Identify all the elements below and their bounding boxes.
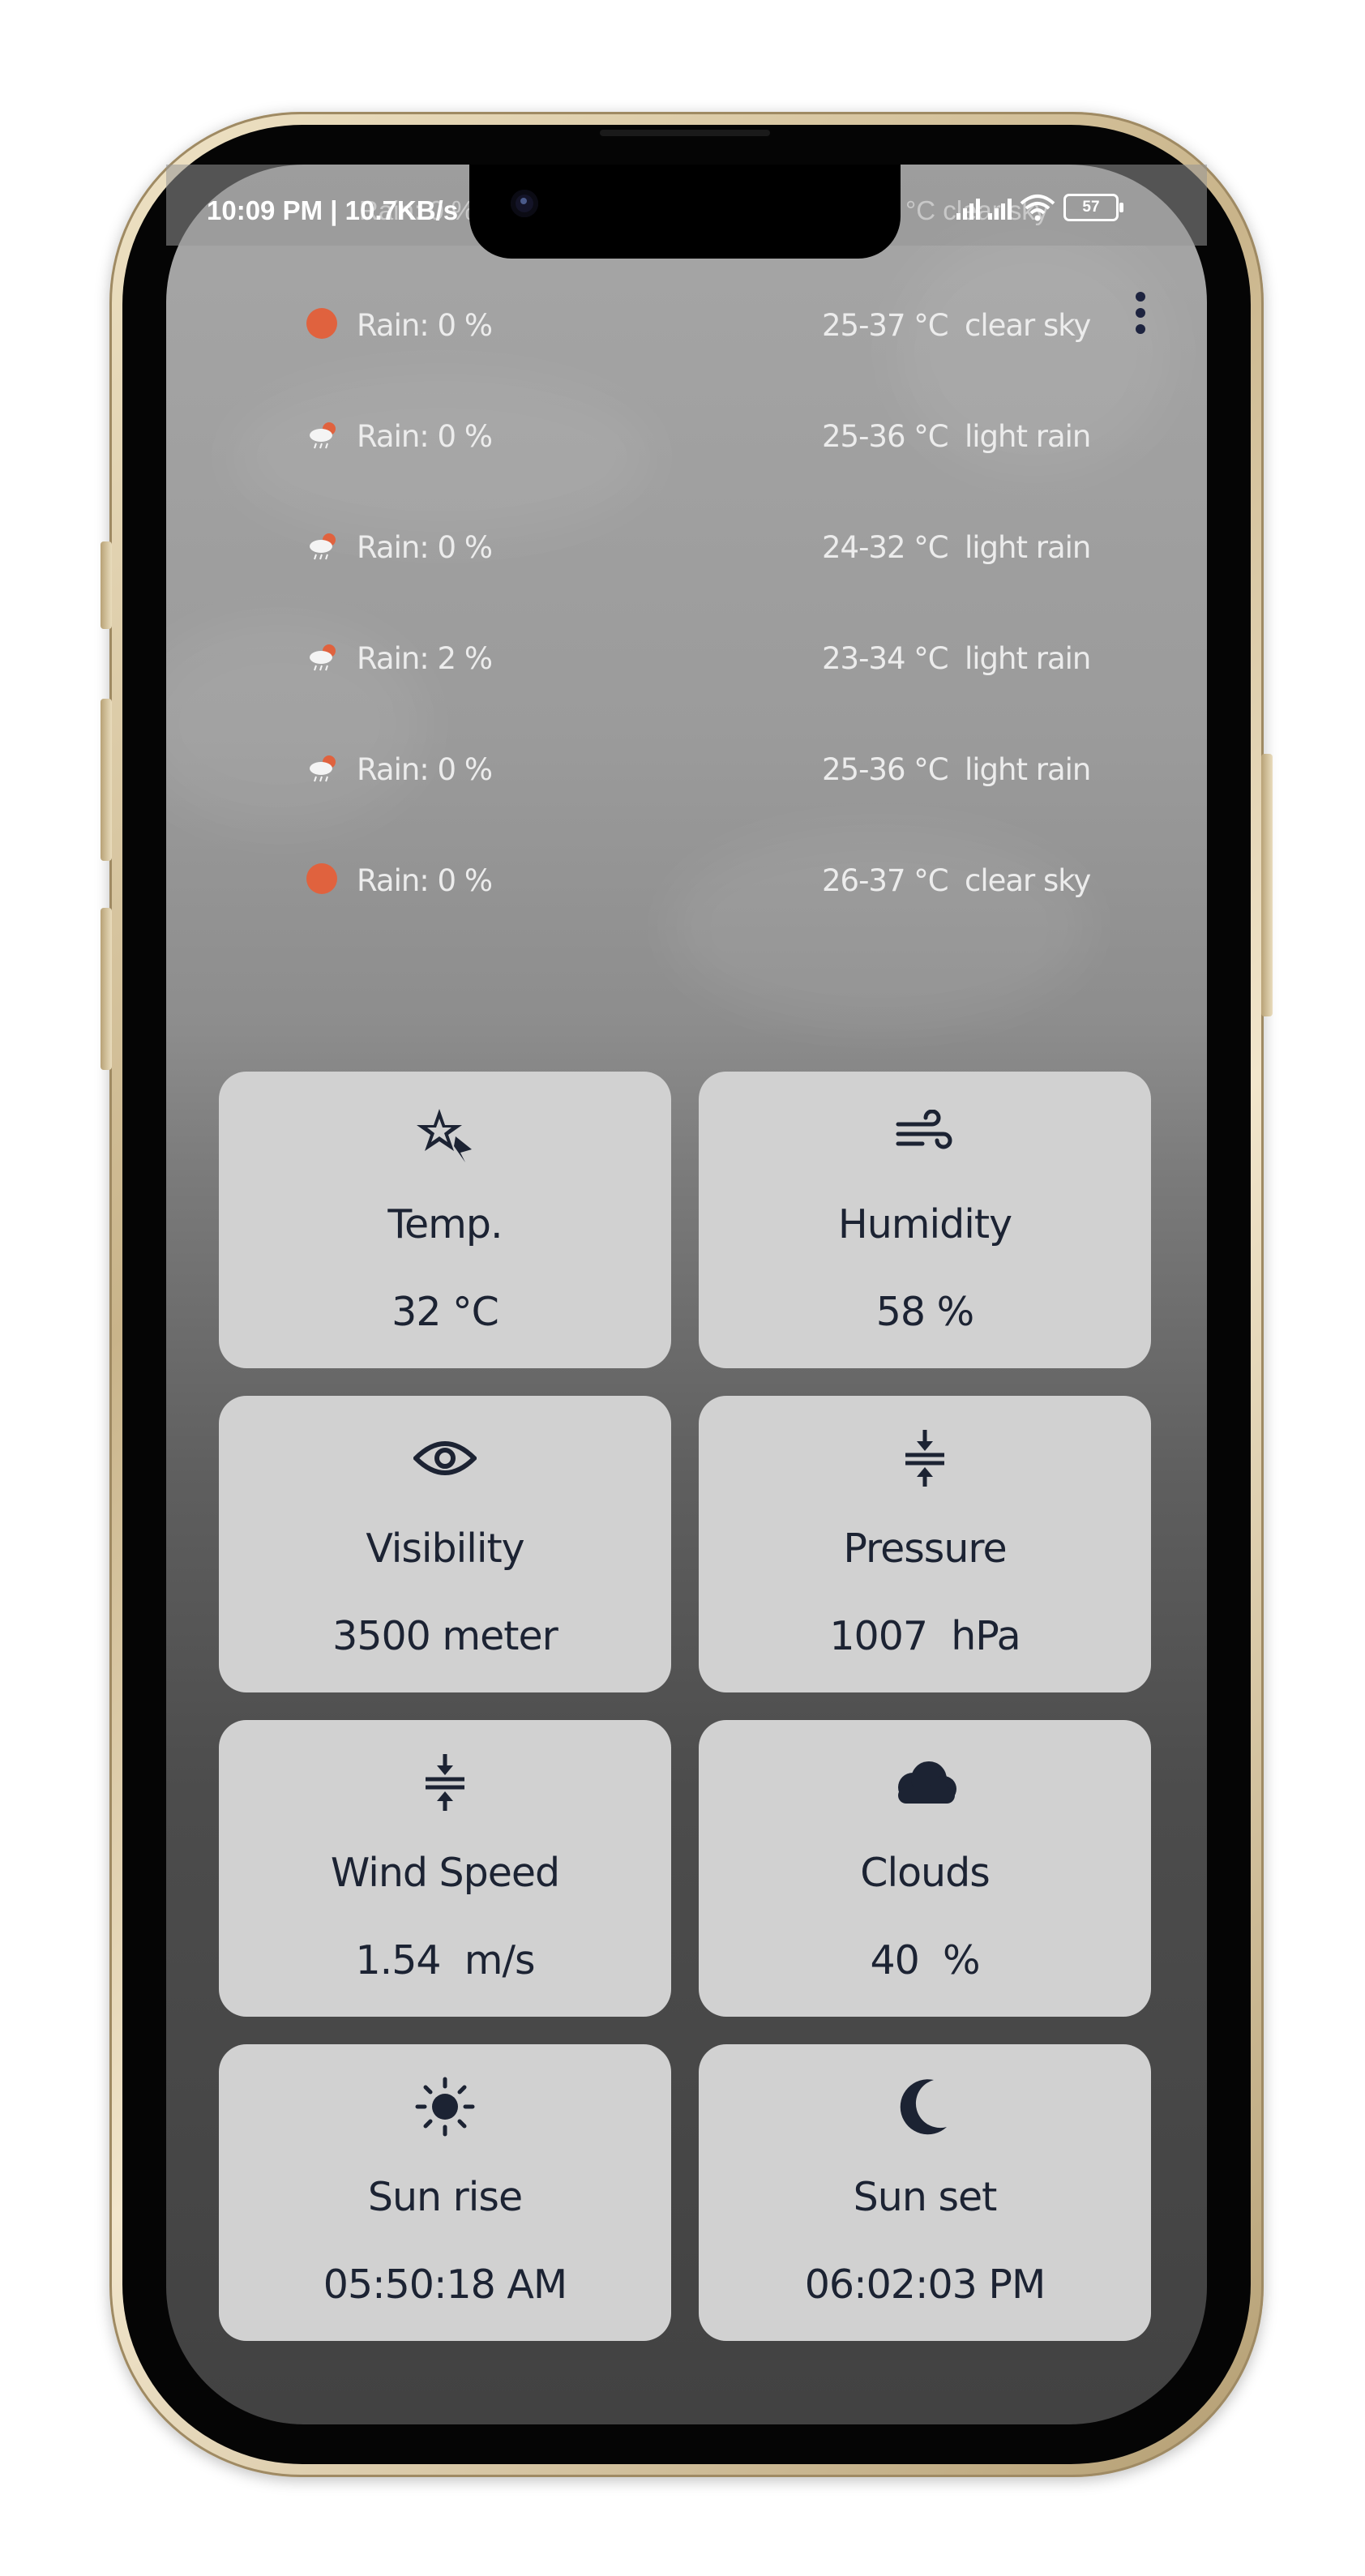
more-options-icon[interactable] bbox=[1131, 292, 1150, 342]
forecast-temp: 25-36 °C bbox=[822, 419, 949, 454]
card-sun-set: Sun set 06:02:03 PM bbox=[699, 2044, 1151, 2341]
forecast-temp: 24-32 °C bbox=[822, 530, 949, 565]
card-value: 40 % bbox=[870, 1937, 980, 1983]
sun-dot-icon bbox=[306, 308, 339, 340]
wifi-icon bbox=[1020, 195, 1055, 221]
forecast-rain: Rain: 2 % bbox=[357, 641, 493, 676]
forecast-rain: Rain: 0 % bbox=[357, 863, 493, 898]
compress-icon bbox=[426, 1754, 464, 1811]
forecast-row[interactable]: Rain: 0 % 25-36 °C light rain bbox=[0, 411, 1365, 460]
card-temp: Temp. 32 °C bbox=[219, 1072, 671, 1368]
forecast-desc: clear sky bbox=[965, 308, 1091, 343]
card-value: 1007 hPa bbox=[829, 1613, 1021, 1659]
rain-cloud-icon bbox=[310, 755, 336, 782]
front-camera bbox=[511, 190, 538, 217]
card-value: 3500 meter bbox=[332, 1613, 558, 1659]
card-value: 05:50:18 AM bbox=[323, 2261, 567, 2308]
card-label: Visibility bbox=[366, 1525, 524, 1572]
forecast-rain: Rain: 0 % bbox=[357, 752, 493, 787]
card-value: 58 % bbox=[875, 1289, 975, 1335]
battery-icon: 57 bbox=[1063, 194, 1123, 221]
earpiece-speaker bbox=[600, 130, 770, 136]
card-label: Pressure bbox=[843, 1525, 1007, 1572]
forecast-desc: light rain bbox=[965, 641, 1091, 676]
volume-down-button bbox=[101, 908, 112, 1070]
card-visibility: Visibility 3500 meter bbox=[219, 1396, 671, 1692]
signal-icon bbox=[956, 195, 980, 220]
moon-icon bbox=[900, 2079, 947, 2135]
rain-cloud-icon bbox=[310, 533, 336, 560]
card-value: 1.54 m/s bbox=[355, 1937, 535, 1983]
forecast-temp: 26-37 °C bbox=[822, 863, 949, 898]
status-time: 10:09 PM | 10.7KB/s bbox=[207, 195, 459, 225]
forecast-desc: light rain bbox=[965, 752, 1091, 787]
card-clouds: Clouds 40 % bbox=[699, 1720, 1151, 2017]
forecast-desc: light rain bbox=[965, 419, 1091, 454]
sun-dot-icon bbox=[306, 863, 339, 896]
card-label: Temp. bbox=[387, 1201, 503, 1247]
forecast-rain: Rain: 0 % bbox=[357, 308, 493, 343]
card-wind-speed: Wind Speed 1.54 m/s bbox=[219, 1720, 671, 2017]
forecast-temp: 25-36 °C bbox=[822, 752, 949, 787]
sun-icon bbox=[415, 2077, 475, 2137]
forecast-desc: clear sky bbox=[965, 863, 1091, 898]
card-value: 06:02:03 PM bbox=[804, 2261, 1046, 2308]
forecast-row[interactable]: Rain: 0 % 25-37 °C clear sky bbox=[0, 300, 1365, 349]
card-label: Humidity bbox=[837, 1201, 1012, 1247]
forecast-rain: Rain: 0 % bbox=[357, 419, 493, 454]
card-label: Sun rise bbox=[367, 2174, 523, 2220]
cloud-icon bbox=[898, 1761, 956, 1804]
forecast-desc: light rain bbox=[965, 530, 1091, 565]
card-value: 32 °C bbox=[392, 1289, 499, 1335]
forecast-temp: 23-34 °C bbox=[822, 641, 949, 676]
eye-icon bbox=[413, 1441, 477, 1475]
card-humidity: Humidity 58 % bbox=[699, 1072, 1151, 1368]
rain-cloud-icon bbox=[310, 644, 336, 671]
forecast-row[interactable]: Rain: 0 % 26-37 °C clear sky bbox=[0, 855, 1365, 904]
card-sun-rise: Sun rise 05:50:18 AM bbox=[219, 2044, 671, 2341]
card-label: Wind Speed bbox=[330, 1850, 560, 1896]
forecast-row[interactable]: Rain: 0 % 24-32 °C light rain bbox=[0, 522, 1365, 571]
card-pressure: Pressure 1007 hPa bbox=[699, 1396, 1151, 1692]
card-label: Sun set bbox=[853, 2174, 998, 2220]
card-label: Clouds bbox=[860, 1850, 991, 1896]
forecast-row[interactable]: Rain: 2 % 23-34 °C light rain bbox=[0, 633, 1365, 682]
forecast-rain: Rain: 0 % bbox=[357, 530, 493, 565]
wind-icon bbox=[896, 1110, 952, 1149]
status-icons: 57 bbox=[956, 194, 1123, 221]
signal-icon bbox=[988, 195, 1012, 220]
compress-icon bbox=[905, 1430, 944, 1487]
rain-cloud-icon bbox=[310, 422, 336, 449]
forecast-temp: 25-37 °C bbox=[822, 308, 949, 343]
forecast-row[interactable]: Rain: 0 % 25-36 °C light rain bbox=[0, 744, 1365, 793]
star-icon bbox=[417, 1109, 472, 1162]
